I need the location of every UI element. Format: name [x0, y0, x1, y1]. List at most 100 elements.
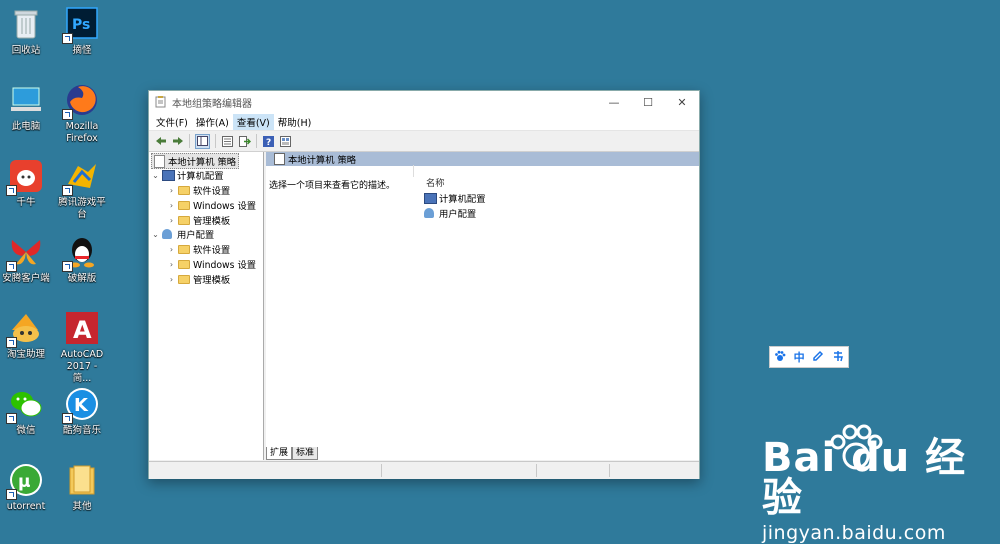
desktop-icon-this-pc[interactable]: 此电脑 — [0, 82, 52, 133]
photoshop-icon: Ps — [62, 6, 100, 44]
desktop-icon-other-folder[interactable]: 其他 — [56, 462, 108, 513]
toolbox-icon[interactable] — [832, 350, 844, 365]
recycle-bin-icon — [8, 6, 44, 42]
tab-standard[interactable]: 标准 — [292, 447, 319, 460]
help-icon[interactable]: ? — [262, 135, 275, 148]
desktop-icon-recycle-bin[interactable]: 回收站 — [0, 6, 52, 57]
baidu-paw-logo-icon — [828, 424, 884, 477]
tree-item-computer-windows[interactable]: › Windows 设置 — [167, 198, 256, 213]
tree-item-user-config[interactable]: ⌄ 用户配置 — [151, 227, 214, 241]
desktop-icon-label: 千牛 — [16, 197, 36, 208]
shortcut-arrow-icon — [62, 109, 73, 120]
desktop-icon-label: 破解版 — [67, 273, 97, 284]
utorrent-icon: µ — [6, 462, 44, 500]
show-hide-tree-icon[interactable] — [195, 133, 210, 149]
desktop-icon-label: 安腾客户端 — [2, 273, 50, 284]
tree-root[interactable]: 本地计算机 策略 — [151, 153, 240, 169]
maximize-button[interactable]: ☐ — [631, 91, 665, 113]
tree-item-computer-templates[interactable]: › 管理模板 — [167, 213, 230, 228]
tree-item-computer-config[interactable]: ⌄ 计算机配置 — [151, 168, 224, 182]
details-header: 本地计算机 策略 — [266, 152, 699, 166]
desktop-icon-tencent-games[interactable]: 腾讯游戏平台 — [56, 158, 108, 221]
kugou-icon: K — [62, 386, 100, 424]
menu-view[interactable]: 查看(V) — [232, 113, 274, 130]
forward-arrow-icon[interactable] — [171, 135, 184, 148]
firefox-icon — [62, 82, 100, 120]
desktop-icon-photoshop[interactable]: Ps 摘怪 — [56, 6, 108, 57]
desktop-icon-label: 微信 — [16, 425, 36, 436]
desktop-icon-autocad[interactable]: A AutoCAD 2017 - 简... — [56, 310, 108, 385]
desktop-icon-label: 酷狗音乐 — [62, 425, 101, 436]
chevron-right-icon[interactable]: › — [167, 245, 176, 254]
desktop-icon-utorrent[interactable]: µ utorrent — [0, 462, 52, 513]
chevron-right-icon[interactable]: › — [167, 186, 176, 195]
svg-text:Ps: Ps — [72, 17, 90, 33]
menu-action[interactable]: 操作(A) — [192, 114, 233, 130]
close-button[interactable]: ✕ — [665, 91, 699, 113]
paw-icon[interactable] — [774, 350, 786, 365]
view-icon[interactable] — [279, 135, 292, 148]
shortcut-arrow-icon — [62, 33, 73, 44]
computer-icon — [162, 170, 175, 181]
policy-editor-app-icon — [155, 96, 166, 108]
client-icon — [6, 234, 44, 272]
ime-chinese-mode[interactable]: 中 — [794, 349, 805, 365]
chevron-right-icon[interactable]: › — [167, 201, 176, 210]
user-icon — [162, 229, 172, 239]
export-list-icon[interactable] — [238, 135, 251, 148]
chevron-down-icon[interactable]: ⌄ — [151, 230, 160, 239]
minimize-button[interactable]: — — [597, 91, 631, 113]
desktop-icon-client[interactable]: 安腾客户端 — [0, 234, 52, 285]
user-icon — [424, 208, 434, 218]
tree-item-computer-software[interactable]: › 软件设置 — [167, 183, 230, 198]
shortcut-arrow-icon — [6, 337, 17, 348]
group-policy-editor-window[interactable]: 本地组策略编辑器 — ☐ ✕ 文件(F) 操作(A) 查看(V) 帮助(H) ?… — [148, 90, 700, 479]
ime-toolbar[interactable]: 中 — [769, 346, 849, 368]
desktop-icon-kugou[interactable]: K 酷狗音乐 — [56, 386, 108, 437]
menu-file[interactable]: 文件(F) — [152, 114, 192, 130]
chevron-right-icon[interactable]: › — [167, 216, 176, 225]
view-tabs: 扩展 标准 — [266, 447, 319, 461]
list-item-user-config[interactable]: 用户配置 — [424, 206, 476, 220]
menu-help[interactable]: 帮助(H) — [274, 114, 316, 130]
tree-label: 管理模板 — [193, 275, 231, 286]
list-item-computer-config[interactable]: 计算机配置 — [424, 191, 486, 205]
folder-icon — [178, 201, 190, 210]
toolbar-separator — [256, 134, 257, 148]
desktop-icon-taobao-assistant[interactable]: 淘宝助理 — [0, 310, 52, 361]
desktop-icon-label: 摘怪 — [72, 45, 92, 56]
chevron-right-icon[interactable]: › — [167, 275, 176, 284]
wechat-icon — [6, 386, 44, 424]
pencil-icon[interactable] — [812, 350, 824, 365]
desktop-icon-firefox[interactable]: Mozilla Firefox — [56, 82, 108, 145]
folder-icon — [178, 260, 190, 269]
tree-root-label: 本地计算机 策略 — [168, 157, 237, 168]
folder-icon — [178, 216, 190, 225]
window-title: 本地组策略编辑器 — [172, 98, 252, 110]
column-header-name[interactable]: 名称 — [413, 165, 696, 189]
details-pane[interactable]: 本地计算机 策略 选择一个项目来查看它的描述。 名称 计算机配置 用户配置 — [266, 152, 699, 460]
properties-icon[interactable] — [221, 135, 234, 148]
list-item-label: 用户配置 — [439, 209, 477, 220]
tree-item-user-windows[interactable]: › Windows 设置 — [167, 257, 256, 272]
desktop-icon-qianniu[interactable]: 千牛 — [0, 158, 52, 209]
tree-pane[interactable]: 本地计算机 策略 ⌄ 计算机配置 › 软件设置 › Windows 设置 › 管… — [149, 152, 264, 460]
chevron-right-icon[interactable]: › — [167, 260, 176, 269]
desktop-icon-qq[interactable]: 破解版 — [56, 234, 108, 285]
policy-document-icon — [154, 154, 165, 168]
tree-item-user-software[interactable]: › 软件设置 — [167, 242, 230, 257]
tab-extended[interactable]: 扩展 — [266, 447, 293, 460]
title-bar[interactable]: 本地组策略编辑器 — ☐ ✕ — [149, 91, 699, 113]
svg-text:A: A — [73, 316, 92, 344]
details-header-label: 本地计算机 策略 — [288, 155, 357, 166]
back-arrow-icon[interactable] — [154, 135, 167, 148]
tree-item-user-templates[interactable]: › 管理模板 — [167, 272, 231, 287]
shortcut-arrow-icon — [62, 261, 73, 272]
shortcut-arrow-icon — [6, 489, 17, 500]
taobao-assistant-icon — [6, 310, 44, 348]
shortcut-arrow-icon — [6, 261, 17, 272]
chevron-down-icon[interactable]: ⌄ — [151, 171, 160, 180]
policy-document-icon — [274, 153, 285, 165]
desktop-icon-wechat[interactable]: 微信 — [0, 386, 52, 437]
desktop-icon-label: 淘宝助理 — [6, 349, 45, 360]
